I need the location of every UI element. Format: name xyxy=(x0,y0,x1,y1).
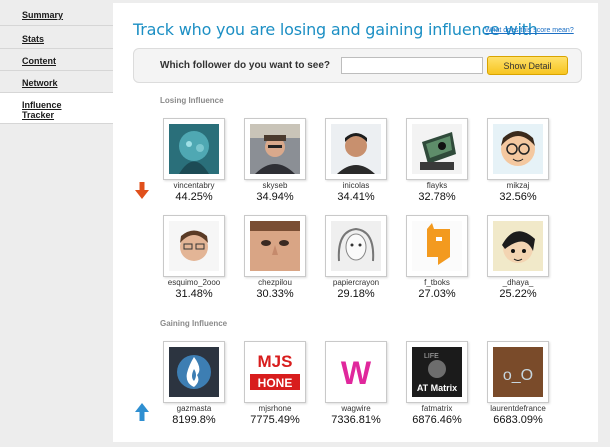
username: flayks xyxy=(426,181,448,190)
sidebar-item-network[interactable]: Network xyxy=(0,71,113,93)
red-down-arrow-icon xyxy=(135,182,149,199)
influence-percent: 34.41% xyxy=(337,191,375,203)
influence-percent: 44.25% xyxy=(175,191,213,203)
sidebar: Summary Stats Content Network Influence … xyxy=(0,0,113,447)
gaining-influence-heading: Gaining Influence xyxy=(160,319,228,328)
influence-percent: 25.22% xyxy=(499,288,537,300)
avatar xyxy=(493,221,543,271)
avatar: LIFE AT Matrix xyxy=(412,347,462,397)
influence-percent: 32.78% xyxy=(418,191,456,203)
avatar xyxy=(169,124,219,174)
avatar xyxy=(331,124,381,174)
losing-user-card[interactable]: _dhaya_ 25.22% xyxy=(487,215,549,301)
username: mikzaj xyxy=(506,181,530,190)
gaining-user-card[interactable]: MJS HONE mjsrhone 7775.49% xyxy=(244,341,306,427)
avatar xyxy=(412,124,462,174)
username: mjsrhone xyxy=(258,404,292,413)
username: chezpilou xyxy=(258,278,292,287)
page-title: Track who you are losing and gaining inf… xyxy=(133,20,538,39)
fatmatrix-logo-bottom: AT Matrix xyxy=(417,383,457,393)
gaining-user-card[interactable]: W wagwire 7336.81% xyxy=(325,341,387,427)
avatar xyxy=(493,124,543,174)
influence-percent: 32.56% xyxy=(499,191,537,203)
influence-percent: 27.03% xyxy=(418,288,456,300)
influence-percent: 30.33% xyxy=(256,288,294,300)
avatar xyxy=(169,347,219,397)
wagwire-logo: W xyxy=(341,355,372,391)
losing-user-card[interactable]: chezpilou 30.33% xyxy=(244,215,306,301)
username: inicolas xyxy=(342,181,370,190)
username: wagwire xyxy=(341,404,371,413)
losing-user-card[interactable]: flayks 32.78% xyxy=(406,118,468,204)
avatar xyxy=(169,221,219,271)
influence-percent: 7336.81% xyxy=(331,414,381,426)
influence-percent: 6683.09% xyxy=(493,414,543,426)
losing-user-card[interactable]: inicolas 34.41% xyxy=(325,118,387,204)
sidebar-item-stats[interactable]: Stats xyxy=(0,26,113,49)
laurent-logo: o_O xyxy=(503,367,533,384)
avatar xyxy=(412,221,462,271)
username: fatmatrix xyxy=(421,404,453,413)
losing-user-card[interactable]: esquimo_2ooo 31.48% xyxy=(163,215,225,301)
sidebar-item-content[interactable]: Content xyxy=(0,49,113,71)
losing-user-card[interactable]: skyseb 34.94% xyxy=(244,118,306,204)
mjs-logo-top: MJS xyxy=(258,352,293,371)
username: esquimo_2ooo xyxy=(167,278,221,287)
gaining-user-card[interactable]: gazmasta 8199.8% xyxy=(163,341,225,427)
avatar: W xyxy=(331,347,381,397)
avatar: MJS HONE xyxy=(250,347,300,397)
sidebar-item-summary[interactable]: Summary xyxy=(0,0,113,26)
follower-search-box: Which follower do you want to see? Show … xyxy=(133,48,582,83)
losing-user-card[interactable]: f_tboks 27.03% xyxy=(406,215,468,301)
losing-user-card[interactable]: mikzaj 32.56% xyxy=(487,118,549,204)
avatar xyxy=(250,221,300,271)
influence-percent: 31.48% xyxy=(175,288,213,300)
username: papiercrayon xyxy=(332,278,380,287)
username: skyseb xyxy=(262,181,288,190)
losing-user-card[interactable]: vincentabry 44.25% xyxy=(163,118,225,204)
username: _dhaya_ xyxy=(502,278,534,287)
avatar xyxy=(331,221,381,271)
main-panel: Track who you are losing and gaining inf… xyxy=(113,3,598,442)
gaining-user-card[interactable]: o_O laurentdefrance 6683.09% xyxy=(487,341,549,427)
losing-user-card[interactable]: papiercrayon 29.18% xyxy=(325,215,387,301)
username: f_tboks xyxy=(424,278,450,287)
avatar xyxy=(250,124,300,174)
influence-percent: 29.18% xyxy=(337,288,375,300)
username: gazmasta xyxy=(176,404,212,413)
username: vincentabry xyxy=(173,181,215,190)
show-detail-button[interactable]: Show Detail xyxy=(487,56,568,75)
mjs-logo-bottom: HONE xyxy=(258,376,293,390)
sidebar-item-influence-tracker[interactable]: Influence Tracker xyxy=(0,93,113,124)
score-help-link[interactable]: What does this score mean? xyxy=(485,27,574,34)
influence-percent: 7775.49% xyxy=(250,414,300,426)
influence-percent: 34.94% xyxy=(256,191,294,203)
username: laurentdefrance xyxy=(490,404,546,413)
influence-percent: 6876.46% xyxy=(412,414,462,426)
blue-up-arrow-icon xyxy=(135,403,149,421)
losing-influence-heading: Losing Influence xyxy=(160,96,224,105)
fatmatrix-logo-top: LIFE xyxy=(424,353,439,360)
search-label: Which follower do you want to see? xyxy=(160,60,331,71)
follower-search-input[interactable] xyxy=(341,57,483,74)
avatar: o_O xyxy=(493,347,543,397)
gaining-user-card[interactable]: LIFE AT Matrix fatmatrix 6876.46% xyxy=(406,341,468,427)
influence-percent: 8199.8% xyxy=(172,414,216,426)
